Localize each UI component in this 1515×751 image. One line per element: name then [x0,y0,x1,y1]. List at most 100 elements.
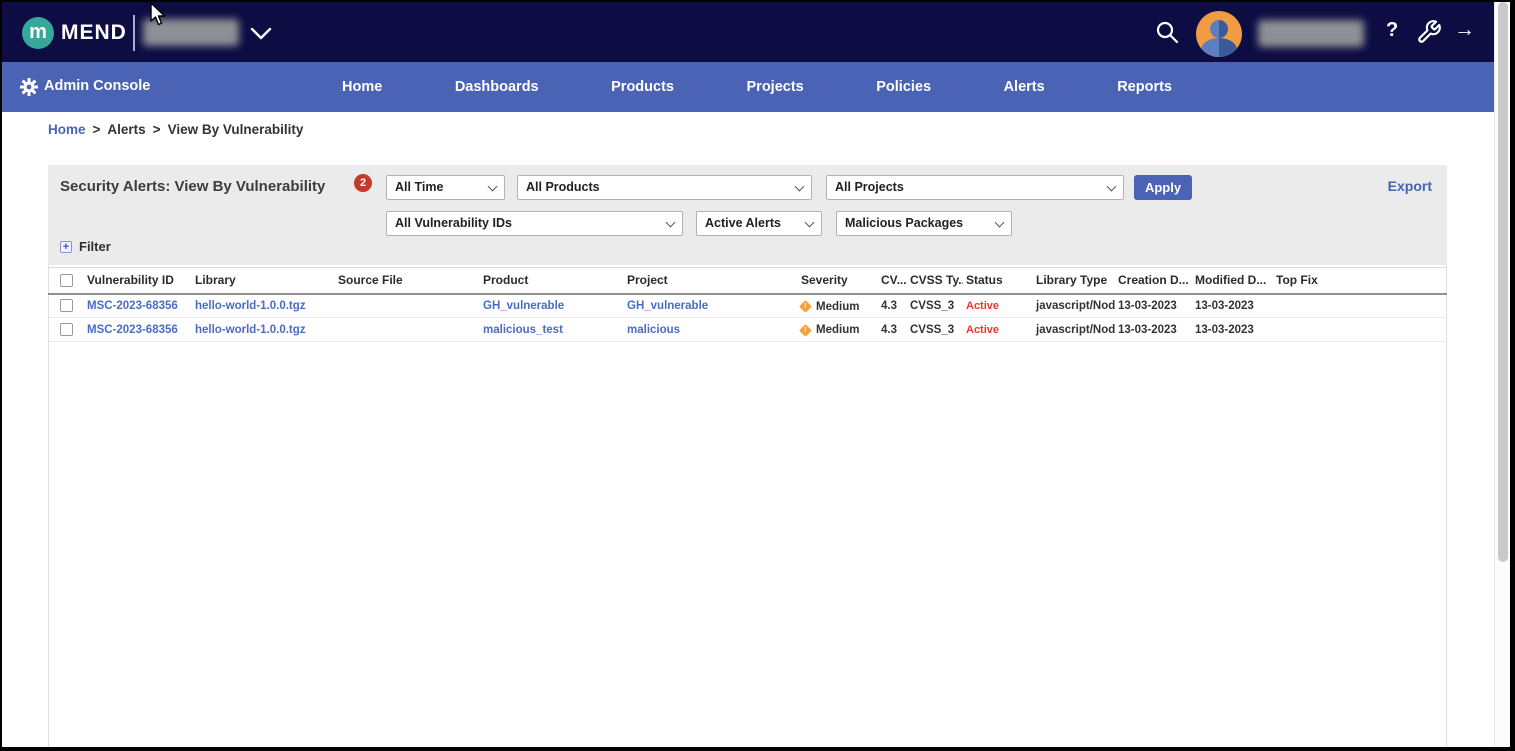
cvss-score-cell: 4.3 [878,318,907,342]
nav-item-projects[interactable]: Projects [747,79,804,95]
col-modified-date[interactable]: Modified D... [1192,268,1273,294]
alerts-table: Vulnerability ID Library Source File Pro… [48,267,1447,342]
nav-item-dashboards[interactable]: Dashboards [455,79,539,95]
row-checkbox[interactable] [60,323,73,336]
time-range-value: All Time [395,180,443,194]
products-value: All Products [526,180,600,194]
nav-item-policies[interactable]: Policies [876,79,931,95]
user-avatar[interactable] [1196,11,1242,57]
select-all-checkbox[interactable] [60,274,73,287]
library-link[interactable]: hello-world-1.0.0.tgz [192,318,335,342]
cvss-score-cell: 4.3 [878,294,907,318]
breadcrumb-current-page: View By Vulnerability [168,122,304,137]
nav-item-alerts[interactable]: Alerts [1004,79,1045,95]
vulnerability-ids-value: All Vulnerability IDs [395,216,512,230]
creation-date-cell: 13-03-2023 [1115,318,1192,342]
table-row: MSC-2023-68356 hello-world-1.0.0.tgz mal… [48,318,1447,342]
breadcrumb-alerts[interactable]: Alerts [107,122,145,137]
page-title: Security Alerts: View By Vulnerability [60,178,325,195]
breadcrumb-separator: > [153,122,161,137]
products-select[interactable]: All Products [517,175,812,200]
col-top-fix[interactable]: Top Fix [1273,268,1447,294]
app-window: m MEND ? → Admin Console Home Dashboards… [0,0,1515,751]
nav-item-home[interactable]: Home [342,79,382,95]
breadcrumb: Home>Alerts>View By Vulnerability [48,122,303,137]
filter-panel: Security Alerts: View By Vulnerability 2… [48,165,1447,265]
wrench-icon[interactable] [1416,19,1442,45]
col-product[interactable]: Product [480,268,624,294]
vulnerability-ids-select[interactable]: All Vulnerability IDs [386,211,683,236]
chevron-down-icon [488,182,498,192]
scrollbar-thumb[interactable] [1498,2,1508,562]
col-source-file[interactable]: Source File [335,268,480,294]
cvss-type-cell: CVSS_3 [907,294,963,318]
status-badge: Active [963,294,1033,318]
col-vulnerability-id[interactable]: Vulnerability ID [84,268,192,294]
breadcrumb-home[interactable]: Home [48,122,86,137]
col-cvss-type[interactable]: CVSS Ty... [907,268,963,294]
avatar-shoulders [1201,38,1237,57]
help-icon[interactable]: ? [1386,19,1398,42]
chevron-down-icon [1107,182,1117,192]
product-link[interactable]: malicious_test [480,318,624,342]
mend-logo-icon[interactable]: m [22,17,54,49]
col-severity[interactable]: Severity [798,268,878,294]
org-chevron-down-icon[interactable] [249,26,273,42]
nav-menu: Home Dashboards Products Projects Polici… [342,62,1172,112]
vulnerability-id-link[interactable]: MSC-2023-68356 [84,318,192,342]
projects-select[interactable]: All Projects [826,175,1124,200]
col-cvss-score[interactable]: CV... [878,268,907,294]
alert-count-badge: 2 [354,174,372,192]
export-link[interactable]: Export [1388,178,1432,194]
cvss-type-cell: CVSS_3 [907,318,963,342]
plus-icon: + [60,241,72,253]
projects-value: All Projects [835,180,904,194]
apply-button[interactable]: Apply [1134,175,1192,200]
nav-item-products[interactable]: Products [611,79,674,95]
creation-date-cell: 13-03-2023 [1115,294,1192,318]
alert-type-value: Malicious Packages [845,216,963,230]
alert-type-select[interactable]: Malicious Packages [836,211,1012,236]
col-library-type[interactable]: Library Type [1033,268,1115,294]
mouse-cursor-icon [149,2,169,28]
brand-name[interactable]: MEND [61,21,127,45]
filter-label: Filter [79,239,111,254]
vertical-scrollbar[interactable] [1494,2,1510,747]
modified-date-cell: 13-03-2023 [1192,318,1273,342]
vulnerability-id-link[interactable]: MSC-2023-68356 [84,294,192,318]
chevron-down-icon [666,218,676,228]
nav-item-reports[interactable]: Reports [1117,79,1172,95]
chevron-down-icon [795,182,805,192]
row-checkbox[interactable] [60,299,73,312]
user-name-redacted[interactable] [1258,20,1364,47]
admin-console-label[interactable]: Admin Console [44,78,150,94]
logout-arrow-icon[interactable]: → [1454,18,1475,42]
library-link[interactable]: hello-world-1.0.0.tgz [192,294,335,318]
status-badge: Active [963,318,1033,342]
time-range-select[interactable]: All Time [386,175,505,200]
library-type-cell: javascript/Nod [1033,294,1115,318]
chevron-down-icon [805,218,815,228]
col-library[interactable]: Library [192,268,335,294]
col-status[interactable]: Status [963,268,1033,294]
library-type-cell: javascript/Nod [1033,318,1115,342]
severity-label: Medium [816,301,859,313]
severity-label: Medium [816,324,859,336]
project-link[interactable]: malicious [624,318,798,342]
alert-status-select[interactable]: Active Alerts [696,211,822,236]
project-link[interactable]: GH_vulnerable [624,294,798,318]
top-bar: m MEND ? → [2,2,1494,62]
search-icon[interactable] [1154,19,1180,45]
product-link[interactable]: GH_vulnerable [480,294,624,318]
table-header-row: Vulnerability ID Library Source File Pro… [48,268,1447,294]
modified-date-cell: 13-03-2023 [1192,294,1273,318]
topbar-divider [133,15,135,51]
filter-expander[interactable]: + Filter [60,239,111,254]
chevron-down-icon [995,218,1005,228]
source-file-cell [335,318,480,342]
gear-icon [19,77,39,97]
col-creation-date[interactable]: Creation D... [1115,268,1192,294]
col-project[interactable]: Project [624,268,798,294]
severity-medium-icon: ! [799,300,812,313]
source-file-cell [335,294,480,318]
